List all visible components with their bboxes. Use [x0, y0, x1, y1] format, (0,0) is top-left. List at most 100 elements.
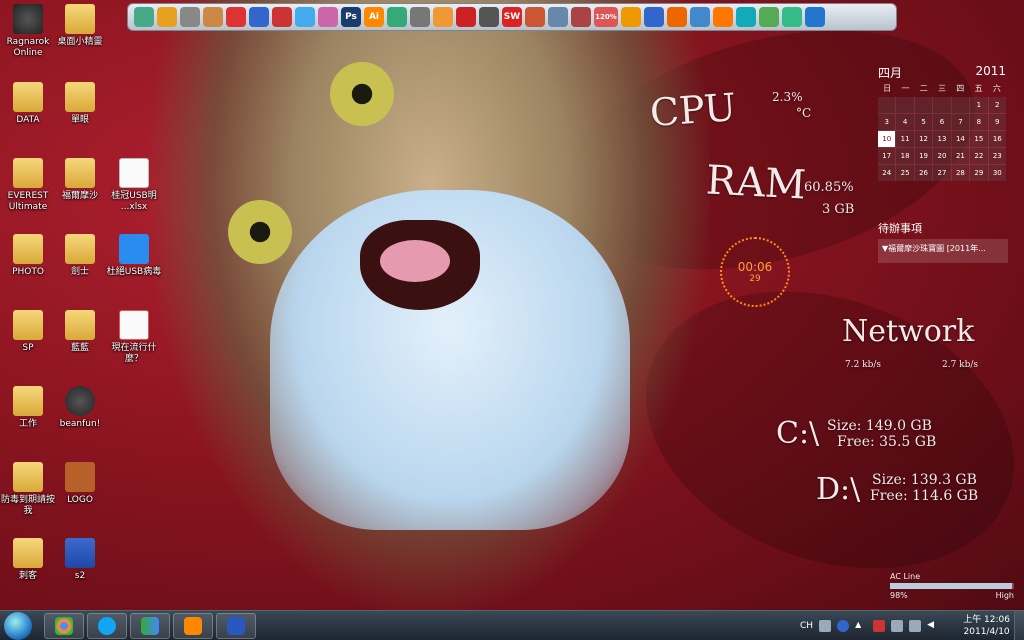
desktop-icon-ragnarok[interactable]: Ragnarok Online [0, 4, 56, 59]
calendar-day[interactable]: 8 [970, 114, 988, 130]
calendar-day[interactable]: 22 [970, 148, 988, 164]
desktop-icon-everest[interactable]: EVEREST Ultimate [0, 158, 56, 213]
gear-icon[interactable] [410, 7, 430, 27]
todo-item[interactable]: ▼福爾摩沙珠寶圖 [2011年... [878, 239, 1008, 263]
ie-icon[interactable] [805, 7, 825, 27]
clock-gadget[interactable]: 00:06 29 [720, 237, 790, 307]
show-desktop-button[interactable] [1014, 611, 1024, 640]
notepad-icon[interactable] [548, 7, 568, 27]
desktop-icon-dslr[interactable]: 單眼 [52, 82, 108, 126]
desktop-icon-photo[interactable]: PHOTO [0, 234, 56, 278]
chrome-icon[interactable] [782, 7, 802, 27]
desktop-icon-assassin[interactable]: 刺客 [0, 538, 56, 582]
pdf-icon[interactable] [456, 7, 476, 27]
desktop-icon-antivirus[interactable]: 防毒到期請按我 [0, 462, 56, 517]
network-icon[interactable] [909, 620, 922, 632]
taskbar-word[interactable] [216, 613, 256, 639]
desktop-icon-logo[interactable]: LOGO [52, 462, 108, 506]
paint-icon[interactable] [318, 7, 338, 27]
calendar-day[interactable]: 13 [933, 131, 951, 147]
game-icon[interactable] [713, 7, 733, 27]
capture-icon[interactable] [525, 7, 545, 27]
desktop-icon-s2[interactable]: s2 [52, 538, 108, 582]
calendar-day[interactable]: 12 [914, 131, 933, 147]
tray-arrow-icon[interactable]: ▲ [855, 620, 867, 632]
help-icon[interactable] [837, 620, 850, 632]
calendar-day[interactable]: 28 [951, 165, 970, 181]
calendar-day[interactable]: 29 [970, 165, 988, 181]
skype-icon[interactable] [736, 7, 756, 27]
messenger-icon[interactable] [759, 7, 779, 27]
calendar-day[interactable]: 21 [951, 148, 970, 164]
taskbar-messenger[interactable] [130, 613, 170, 639]
calendar-day[interactable]: 5 [914, 114, 933, 130]
calendar-day[interactable]: 27 [933, 165, 951, 181]
start-button[interactable] [4, 612, 32, 640]
ime-indicator[interactable]: CH [800, 621, 813, 631]
calendar-day[interactable]: 24 [878, 165, 896, 181]
calendar-day[interactable]: 7 [951, 114, 970, 130]
calendar-day[interactable]: 18 [896, 148, 914, 164]
calendar-day[interactable]: 11 [896, 131, 914, 147]
drop-icon[interactable] [295, 7, 315, 27]
calendar-day[interactable]: 6 [933, 114, 951, 130]
calendar-day[interactable]: 19 [914, 148, 933, 164]
monitor-icon[interactable] [134, 7, 154, 27]
calendar-day[interactable]: 25 [896, 165, 914, 181]
calendar-day[interactable]: 3 [878, 114, 896, 130]
clipboard-icon[interactable] [203, 7, 223, 27]
video-icon[interactable] [571, 7, 591, 27]
desktop-icon-sp[interactable]: SP [0, 310, 56, 354]
swf-icon[interactable]: SW [502, 7, 522, 27]
calendar-day[interactable]: 15 [970, 131, 988, 147]
desktop-icon-trending[interactable]: 現在流行什麼？ [106, 310, 162, 365]
calendar-day[interactable]: 4 [896, 114, 914, 130]
tool-icon[interactable] [226, 7, 246, 27]
taskbar-media-player[interactable] [173, 613, 213, 639]
calendar-day[interactable]: 1 [970, 97, 988, 113]
photoshop-icon[interactable]: Ps [341, 7, 361, 27]
calendar-day[interactable]: 20 [933, 148, 951, 164]
taskbar-chrome[interactable] [44, 613, 84, 639]
help-icon[interactable] [433, 7, 453, 27]
mouse-icon[interactable] [479, 7, 499, 27]
music-icon[interactable] [690, 7, 710, 27]
calc-icon[interactable] [621, 7, 641, 27]
todo-gadget[interactable]: 待辦事項 ▼福爾摩沙珠寶圖 [2011年... [878, 220, 1008, 263]
desktop-icon-formosa[interactable]: 福爾摩沙 [52, 158, 108, 202]
calendar-day[interactable]: 10 [878, 131, 896, 147]
globe-icon[interactable] [249, 7, 269, 27]
desktop-icon-data[interactable]: DATA [0, 82, 56, 126]
flag-icon[interactable] [873, 620, 886, 632]
calendar-day[interactable]: 2 [988, 97, 1006, 113]
desktop-icon-usb-xlsx[interactable]: 桂冠USB明 ...xlsx [106, 158, 162, 213]
folder-icon[interactable] [157, 7, 177, 27]
calendar-day[interactable]: 17 [878, 148, 896, 164]
calendar-day[interactable]: 23 [988, 148, 1006, 164]
media-icon[interactable] [644, 7, 664, 27]
calendar-day[interactable]: 30 [988, 165, 1006, 181]
pen-icon[interactable] [180, 7, 200, 27]
desktop-icon-beanfun[interactable]: beanfun! [52, 386, 108, 430]
calendar-day[interactable]: 16 [988, 131, 1006, 147]
illustrator-icon[interactable]: Ai [364, 7, 384, 27]
desktop-icon-work[interactable]: 工作 [0, 386, 56, 430]
calendar-day[interactable]: 26 [914, 165, 933, 181]
cat-eye [330, 62, 394, 126]
toolbox-icon[interactable] [272, 7, 292, 27]
camera-icon[interactable] [667, 7, 687, 27]
desktop-icon-swordsman[interactable]: 劍士 [52, 234, 108, 278]
battery-icon[interactable] [891, 620, 904, 632]
volume-icon[interactable]: ◀ [927, 620, 939, 632]
calendar-gadget[interactable]: 四月 2011 日一二三四五六 1 2 3 4 5 6 7 8 9 10 11 12 13 14 15 16 1… [878, 64, 1006, 181]
taskbar-skype[interactable] [87, 613, 127, 639]
system-tray: CH ▲ ◀ 上午 12:06 2011/4/10 [794, 611, 1024, 640]
calendar-day[interactable]: 9 [988, 114, 1006, 130]
calendar-day[interactable]: 14 [951, 131, 970, 147]
desktop-icon-gadgets[interactable]: 桌面小精靈 [52, 4, 108, 48]
earth-icon[interactable] [387, 7, 407, 27]
zoom-icon[interactable]: 120% [594, 7, 618, 27]
desktop-icon-usb-guard[interactable]: 杜絕USB病毒 [106, 234, 162, 278]
keyboard-icon[interactable] [819, 620, 832, 632]
desktop-icon-blue[interactable]: 藍藍 [52, 310, 108, 354]
